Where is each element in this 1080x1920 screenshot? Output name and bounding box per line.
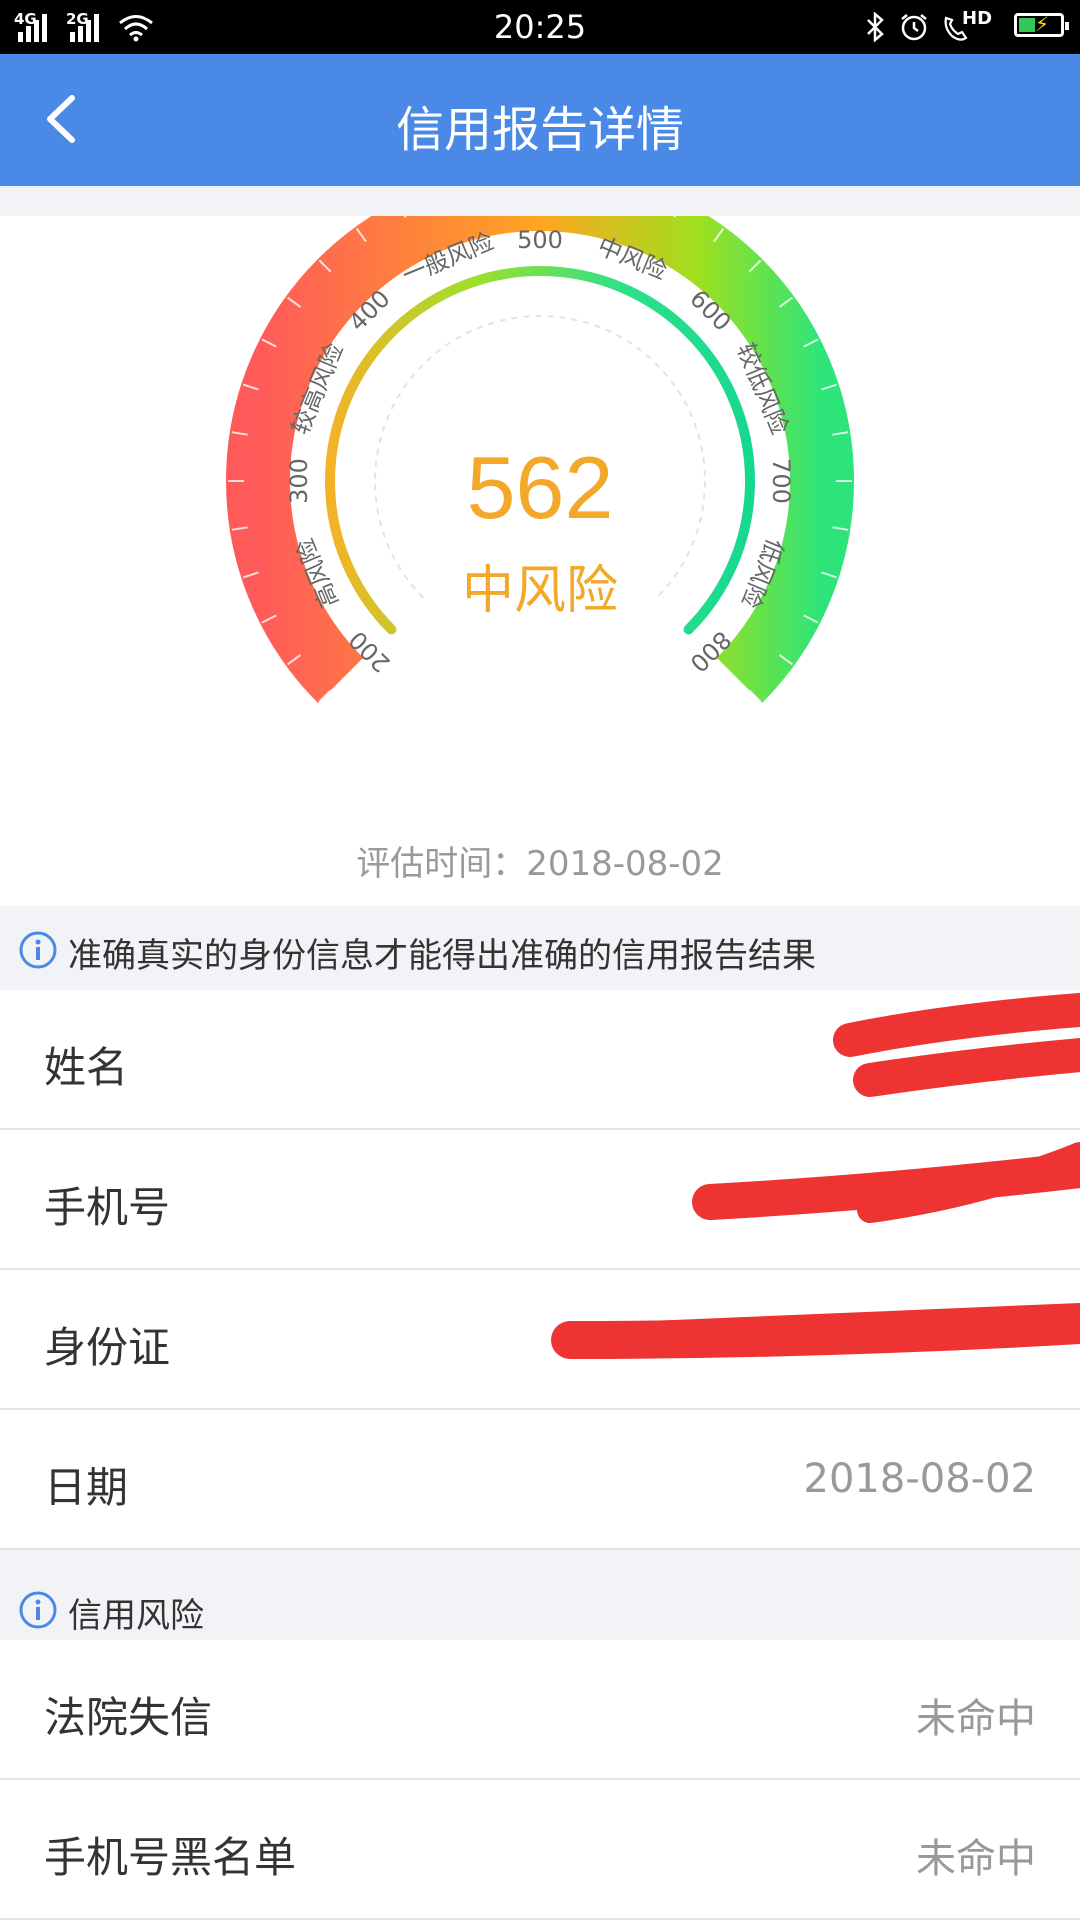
row-label: 身份证 [44,1323,171,1372]
gauge-tick-label: 800 [684,625,736,677]
status-bar: 4G 2G 20:25 HD ⚡ [0,0,1080,54]
gauge-tick-label: 300 [285,458,313,504]
page-title: 信用报告详情 [395,102,684,158]
row-court-dishonest[interactable]: 法院失信 未命中 [0,1640,1080,1780]
redaction-scribble [692,1142,1080,1223]
row-date[interactable]: 日期 2018-08-02 [0,1410,1080,1550]
bluetooth-icon [867,12,884,42]
row-value: 未命中 [916,1696,1036,1742]
row-value: 2018-08-02 [803,1456,1036,1502]
info-icon [19,1591,57,1629]
identity-notice-text: 准确真实的身份信息才能得出准确的信用报告结果 [68,936,816,976]
row-id-card[interactable]: 身份证 [0,1270,1080,1410]
gauge-tick-label: 200 [343,625,395,677]
gauge-tick-label: 500 [517,226,563,254]
score-gauge: 200300400500600700800高风险较高风险一般风险 中风险较低风险低… [226,216,854,703]
row-value: 未命中 [916,1836,1036,1882]
redaction-scribble [833,993,1080,1097]
row-phone-blacklist[interactable]: 手机号黑名单 未命中 [0,1780,1080,1920]
battery-charging-icon: ⚡ [1014,12,1069,37]
row-label: 姓名 [44,1043,129,1092]
score-value: 562 [467,438,614,537]
gauge-tick-label: 700 [767,458,795,504]
row-label: 手机号黑名单 [44,1833,297,1882]
alarm-icon [901,14,927,41]
score-gauge-card: 200 300 400 500 600 700 800 高风险 较高风险 一般风险 中风险 较低风险低… [0,216,1080,906]
eval-time: 评估时间：2018-08-02 [356,844,724,884]
row-name[interactable]: 姓名 [0,990,1080,1130]
identity-notice: 准确真实的身份信息才能得出准确的信用报告结果 [0,910,1080,990]
risk-notice-text: 信用风险 [68,1596,204,1636]
nav-bar: 信用报告详情 [0,54,1080,186]
row-label: 法院失信 [44,1693,213,1742]
risk-level: 中风险 [462,561,618,621]
row-phone[interactable]: 手机号 [0,1130,1080,1270]
risk-notice: 信用风险 [0,1570,1080,1650]
info-icon [19,931,57,969]
row-label: 日期 [44,1463,129,1512]
hd-label: HD [962,8,993,29]
redaction-scribble [551,1303,1080,1359]
row-label: 手机号 [44,1183,171,1232]
